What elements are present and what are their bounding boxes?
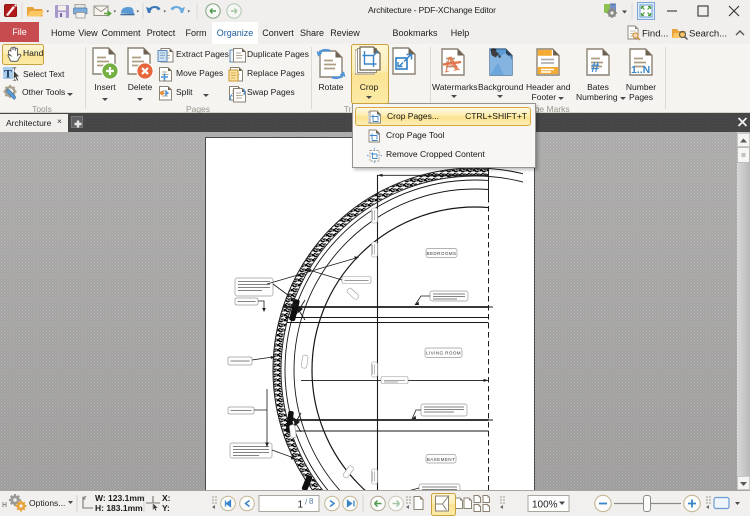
svg-text:T: T [4, 67, 12, 81]
svg-text:1: 1 [297, 500, 303, 511]
svg-text:LIVING ROOM: LIVING ROOM [426, 351, 461, 356]
svg-text:BEDROOMS: BEDROOMS [427, 251, 457, 256]
svg-text:Search...: Search... [689, 29, 727, 40]
svg-text:100%: 100% [532, 500, 558, 511]
svg-text:BASEMENT: BASEMENT [427, 457, 455, 462]
svg-text:8: 8 [309, 497, 314, 506]
svg-text:#: # [591, 59, 600, 76]
svg-text:1..N: 1..N [631, 64, 650, 76]
svg-text:Find...: Find... [642, 29, 668, 40]
